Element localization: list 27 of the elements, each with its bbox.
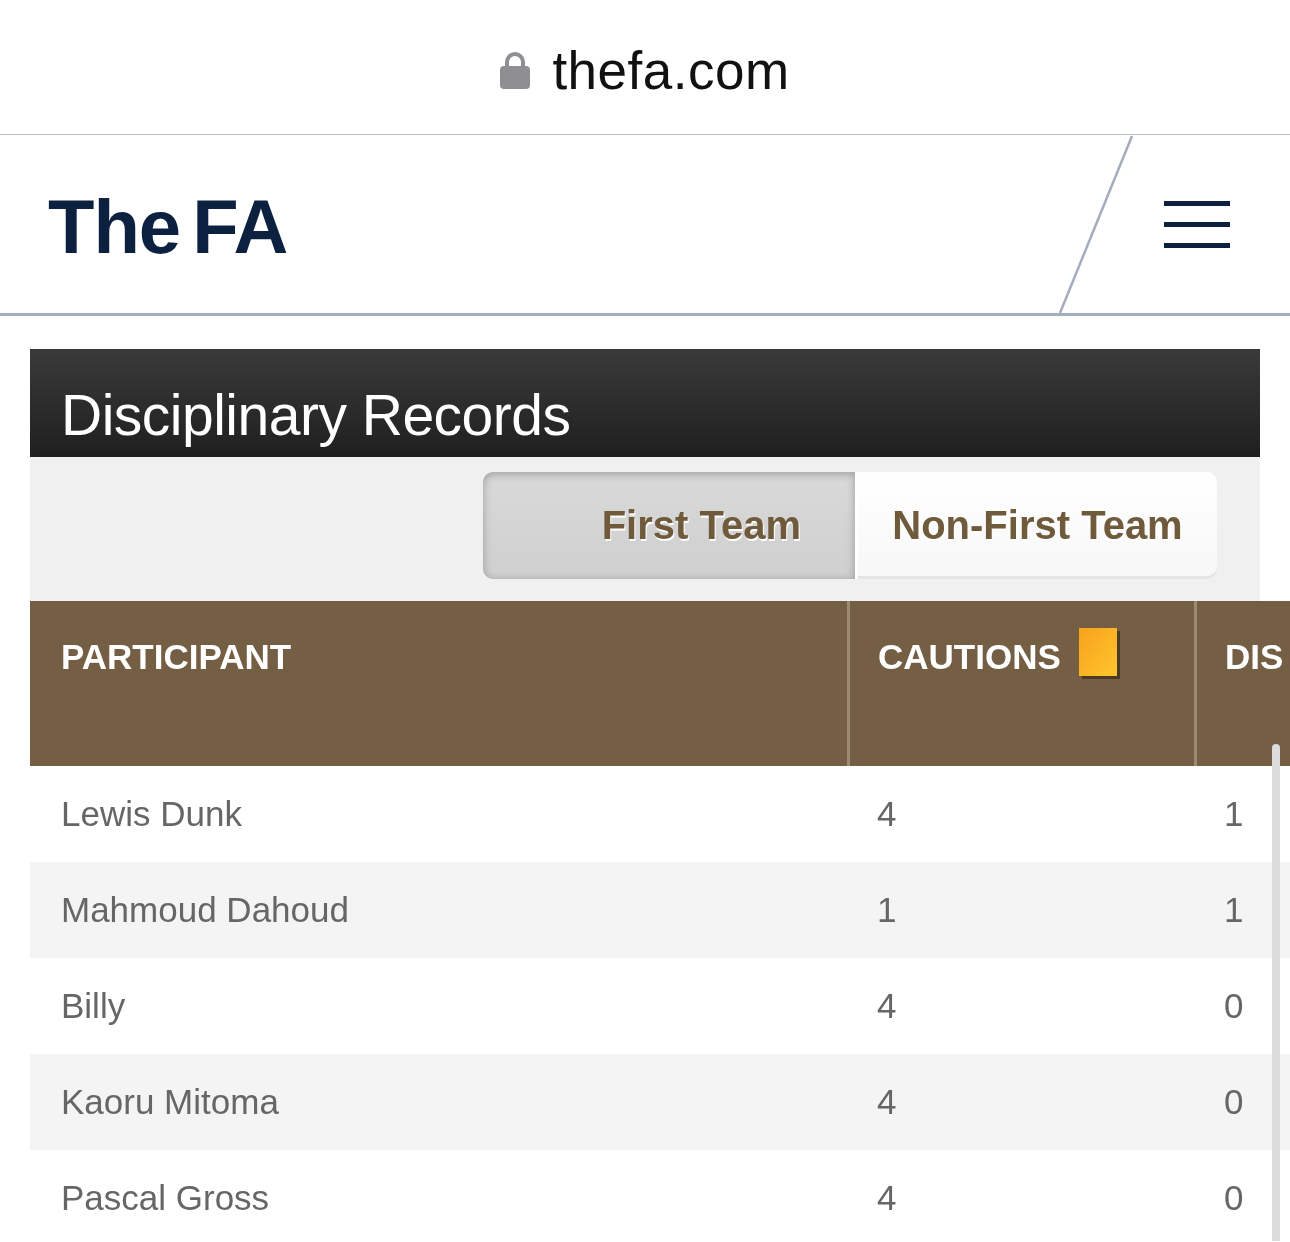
table-cell: 1 — [877, 889, 897, 931]
scrollbar[interactable] — [1272, 744, 1280, 1241]
table-cell: 1 — [1224, 889, 1244, 931]
table-cell: 4 — [877, 793, 897, 835]
table-cell: 0 — [1224, 1081, 1244, 1123]
table-cell: Mahmoud Dahoud — [61, 889, 349, 931]
lock-icon — [500, 51, 531, 89]
url-text[interactable]: thefa.com — [552, 39, 790, 101]
table-cell: 1 — [1224, 793, 1244, 835]
card-icon — [1078, 628, 1120, 679]
table-cell: 4 — [877, 985, 897, 1027]
table-cell: Kaoru Mitoma — [61, 1081, 279, 1123]
table-cell: 4 — [877, 1177, 897, 1219]
logo[interactable]: The FA — [48, 183, 288, 265]
tab[interactable]: Non-First Team — [855, 472, 1217, 579]
menu-icon[interactable] — [1164, 200, 1230, 248]
table-cell: Lewis Dunk — [61, 793, 242, 835]
table-cell: Billy — [61, 985, 126, 1027]
table-cell: Pascal Gross — [61, 1177, 270, 1219]
tab[interactable]: First Team — [483, 472, 855, 579]
column-header[interactable]: CAUTIONS — [878, 637, 1061, 677]
table-cell: 0 — [1224, 985, 1244, 1027]
table-cell: 4 — [877, 1081, 897, 1123]
table-cell: 0 — [1224, 1177, 1244, 1219]
panel-title: Disciplinary Records — [61, 381, 571, 449]
column-header[interactable]: PARTICIPANT — [61, 637, 292, 677]
column-header[interactable]: DIS — [1225, 637, 1284, 677]
